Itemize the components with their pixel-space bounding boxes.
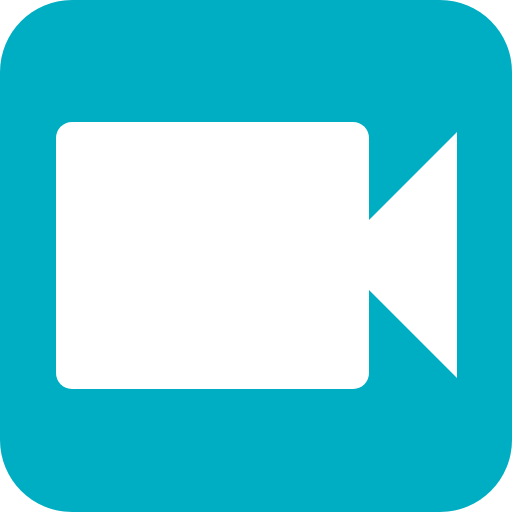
video-camera-icon: [56, 122, 457, 389]
camera-lens: [369, 132, 457, 378]
camera-body: [56, 122, 369, 389]
video-camera-app-icon[interactable]: [0, 0, 512, 512]
